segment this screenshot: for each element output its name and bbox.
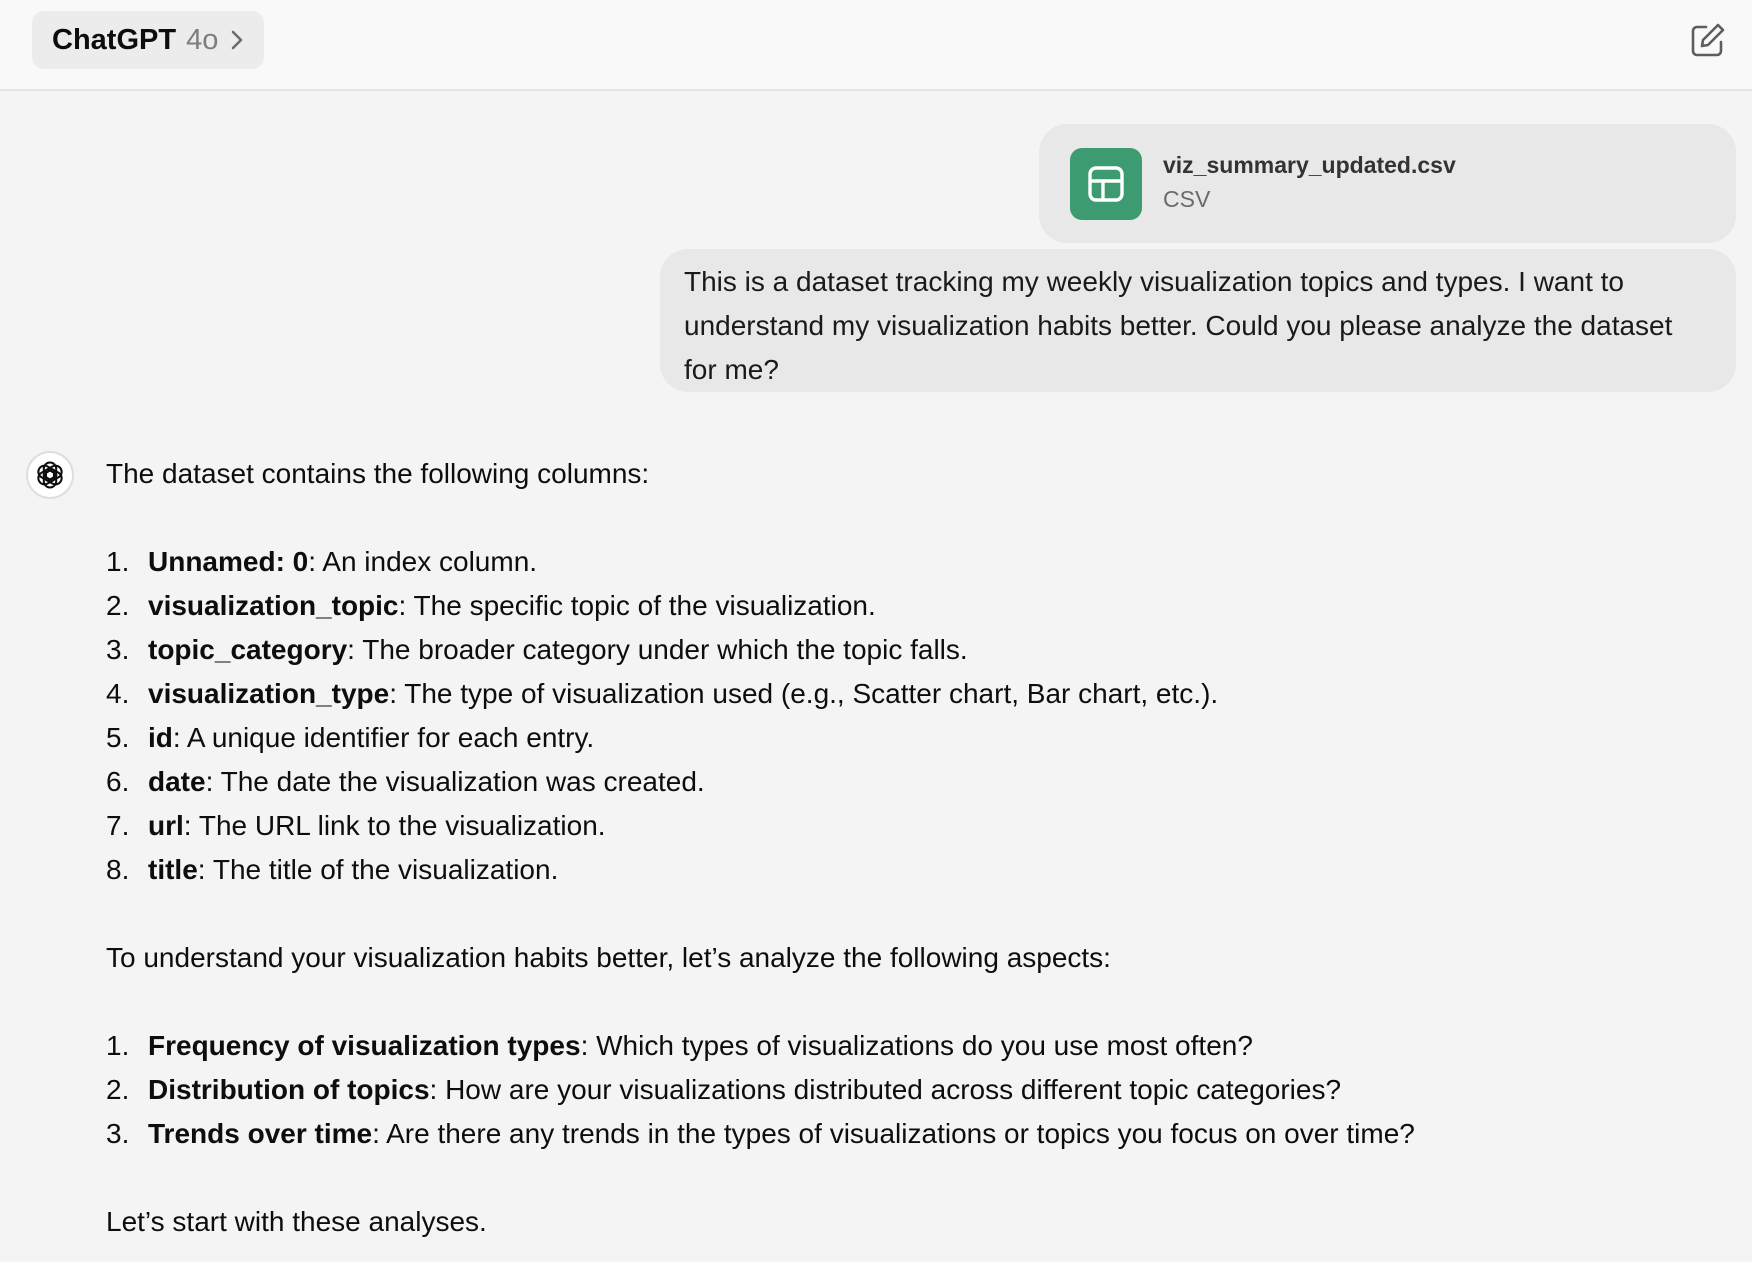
column-term: url — [148, 810, 184, 841]
list-item: 6. date: The date the visualization was … — [106, 760, 1706, 804]
column-term: title — [148, 854, 198, 885]
column-desc: : The specific topic of the visualizatio… — [398, 590, 876, 621]
assistant-avatar — [26, 451, 74, 499]
list-item: 1. Frequency of visualization types: Whi… — [106, 1024, 1706, 1068]
file-attachment-card[interactable]: viz_summary_updated.csv CSV — [1039, 124, 1736, 243]
aspects-intro: To understand your visualization habits … — [106, 942, 1111, 973]
assistant-message: The dataset contains the following colum… — [106, 452, 1706, 1244]
column-desc: : A unique identifier for each entry. — [172, 722, 595, 753]
column-term: visualization_topic — [148, 590, 399, 621]
list-item: 3. Trends over time: Are there any trend… — [106, 1112, 1706, 1156]
aspect-term: Trends over time — [148, 1118, 373, 1149]
assistant-intro: The dataset contains the following colum… — [106, 458, 650, 489]
list-item: 3. topic_category: The broader category … — [106, 628, 1706, 672]
user-message-bubble: This is a dataset tracking my weekly vis… — [660, 249, 1736, 392]
list-number: 2. — [106, 1074, 130, 1105]
file-type: CSV — [1163, 186, 1211, 212]
list-number: 6. — [106, 766, 130, 797]
list-item: 4. visualization_type: The type of visua… — [106, 672, 1706, 716]
openai-logo-icon — [37, 461, 63, 489]
user-message-line: understand my visualization habits bette… — [684, 310, 1673, 341]
list-item: 2. Distribution of topics: How are your … — [106, 1068, 1706, 1112]
user-message-line: This is a dataset tracking my weekly vis… — [684, 266, 1624, 297]
aspect-desc: : Are there any trends in the types of v… — [372, 1118, 1415, 1149]
file-name: viz_summary_updated.csv — [1163, 152, 1456, 178]
aspect-desc: : How are your visualizations distribute… — [429, 1074, 1342, 1105]
aspects-list: 1. Frequency of visualization types: Whi… — [106, 1024, 1706, 1156]
list-number: 7. — [106, 810, 130, 841]
list-item: 2. visualization_topic: The specific top… — [106, 584, 1706, 628]
aspect-term: Distribution of topics — [148, 1074, 430, 1105]
aspect-desc: : Which types of visualizations do you u… — [580, 1030, 1253, 1061]
list-item: 8. title: The title of the visualization… — [106, 848, 1706, 892]
column-desc: : The title of the visualization. — [197, 854, 559, 885]
list-item: 7. url: The URL link to the visualizatio… — [106, 804, 1706, 848]
column-desc: : The URL link to the visualization. — [183, 810, 606, 841]
table-icon — [1088, 166, 1124, 202]
column-term: date — [148, 766, 206, 797]
chevron-right-icon — [232, 30, 243, 50]
list-number: 8. — [106, 854, 130, 885]
list-item: 1. Unnamed: 0: An index column. — [106, 540, 1706, 584]
column-desc: : An index column. — [308, 546, 538, 577]
list-number: 1. — [106, 1030, 130, 1061]
model-version: 4o — [186, 23, 219, 56]
file-tile — [1070, 148, 1142, 220]
list-number: 3. — [106, 1118, 130, 1149]
column-term: Unnamed: 0 — [148, 546, 309, 577]
top-bar: ChatGPT 4o — [0, 0, 1752, 91]
assistant-closing: Let’s start with these analyses. — [106, 1206, 487, 1237]
list-number: 3. — [106, 634, 130, 665]
columns-list: 1. Unnamed: 0: An index column. 2. visua… — [106, 540, 1706, 892]
list-number: 2. — [106, 590, 130, 621]
aspect-term: Frequency of visualization types — [148, 1030, 581, 1061]
column-desc: : The date the visualization was created… — [205, 766, 705, 797]
new-chat-icon[interactable] — [1688, 20, 1728, 60]
user-message-line: for me? — [684, 354, 779, 385]
list-item: 5. id: A unique identifier for each entr… — [106, 716, 1706, 760]
column-desc: : The broader category under which the t… — [347, 634, 968, 665]
list-number: 1. — [106, 546, 130, 577]
column-term: id — [148, 722, 173, 753]
list-number: 4. — [106, 678, 130, 709]
model-name: ChatGPT — [52, 23, 177, 56]
column-term: topic_category — [148, 634, 348, 665]
model-selector-button[interactable]: ChatGPT 4o — [32, 11, 265, 69]
list-number: 5. — [106, 722, 130, 753]
column-term: visualization_type — [148, 678, 390, 709]
column-desc: : The type of visualization used (e.g., … — [389, 678, 1219, 709]
